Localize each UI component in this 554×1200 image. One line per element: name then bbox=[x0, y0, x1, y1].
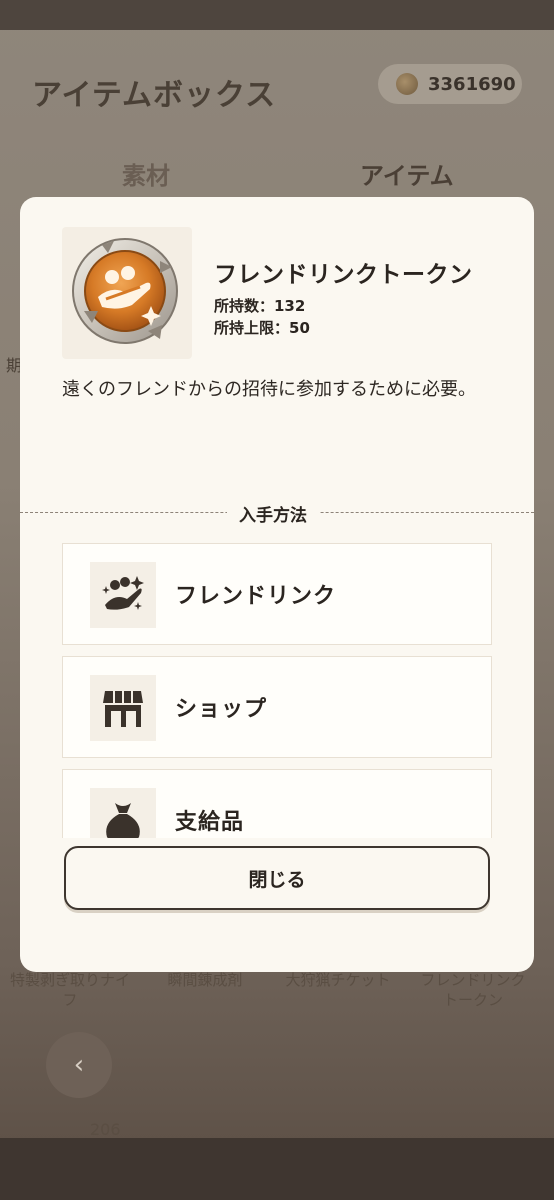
owned-limit: 所持上限：50 bbox=[214, 319, 310, 337]
acquisition-list[interactable]: フレンドリンク ショップ 支給品 bbox=[20, 540, 534, 838]
source-label-supply: 支給品 bbox=[175, 810, 245, 835]
item-name: フレンドリンクトークン bbox=[214, 262, 473, 288]
friend-link-token-icon bbox=[72, 238, 178, 344]
friend-link-icon bbox=[90, 562, 156, 628]
item-label-knife: 特製剥ぎ取りナイフ bbox=[10, 971, 131, 1009]
coin-balance: 3361690 bbox=[378, 64, 522, 104]
item-description: 遠くのフレンドからの招待に参加するために必要。 bbox=[62, 379, 476, 400]
source-supply[interactable]: 支給品 bbox=[62, 769, 492, 838]
item-label-friend-token: フレンドリンクトークン bbox=[420, 971, 526, 1009]
item-detail-modal: フレンドリンクトークン 所持数：132 所持上限：50 遠くのフレンドからの招待… bbox=[20, 197, 534, 972]
bottom-navigation-bar bbox=[0, 1138, 554, 1200]
supply-bag-icon bbox=[90, 788, 156, 838]
tab-items[interactable]: アイテム bbox=[360, 156, 454, 191]
owned-count: 所持数：132 bbox=[214, 297, 306, 315]
close-button[interactable]: 閉じる bbox=[64, 846, 490, 910]
status-bar bbox=[0, 0, 554, 30]
item-label-hunt-ticket: 大狩猟チケット bbox=[285, 971, 391, 989]
item-image bbox=[62, 227, 192, 359]
source-shop[interactable]: ショップ bbox=[62, 656, 492, 758]
back-button[interactable]: ‹ bbox=[46, 1032, 112, 1098]
coin-icon bbox=[396, 73, 418, 95]
item-label-instant-alchemy: 瞬間錬成剤 bbox=[167, 971, 243, 989]
source-label-shop: ショップ bbox=[175, 697, 268, 722]
coin-amount: 3361690 bbox=[428, 73, 516, 95]
page-title: アイテムボックス bbox=[32, 78, 277, 113]
source-friend-link[interactable]: フレンドリンク bbox=[62, 543, 492, 645]
tab-materials[interactable]: 素材 bbox=[122, 156, 170, 191]
source-label-friend-link: フレンドリンク bbox=[175, 584, 337, 609]
item-count: 206 bbox=[90, 1120, 121, 1139]
shop-icon bbox=[90, 675, 156, 741]
acquisition-title: 入手方法 bbox=[227, 501, 319, 526]
